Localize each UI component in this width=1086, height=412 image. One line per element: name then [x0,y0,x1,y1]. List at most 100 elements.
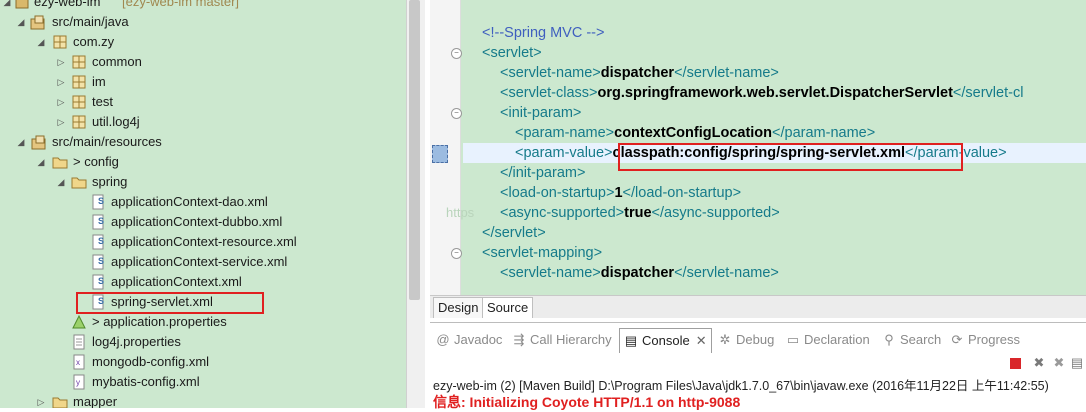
collapse-arrow-icon[interactable]: ◢ [16,136,26,148]
svg-text:S: S [98,216,104,226]
close-icon[interactable]: ✕ [696,333,707,348]
collapse-arrow-icon[interactable]: ◢ [2,0,12,8]
package-icon [71,114,87,130]
tree-item-file[interactable]: y mybatis-config.xml [0,372,406,392]
tree-item-label: src/main/resources [52,134,162,149]
tree-item-label: mongodb-config.xml [92,354,210,369]
tree-item-label: ezy-web-im [34,0,101,9]
clear-console-icon[interactable]: ▤ [1070,356,1084,370]
tree-item-label: applicationContext-dao.xml [111,194,268,209]
tab-debug[interactable]: ✲ Debug [718,330,775,350]
expand-arrow-icon[interactable]: ▷ [56,56,66,68]
xml-icon: x [71,354,87,370]
tree-item-file[interactable]: S applicationContext-resource.xml [0,232,406,252]
tab-design[interactable]: Design [433,297,484,318]
package-explorer: ◢ ezy-web-im [ezy-web-im master] ◢ src/m… [0,0,406,408]
fold-icon[interactable]: − [451,48,462,59]
collapse-arrow-icon[interactable]: ◢ [36,156,46,168]
tree-item-test[interactable]: ▷ test [0,92,406,112]
tab-source[interactable]: Source [482,297,534,318]
folder-icon [71,174,87,190]
expand-arrow-icon[interactable]: ▷ [56,116,66,128]
svg-text:S: S [98,276,104,286]
search-icon: ⚲ [884,332,894,347]
spring-xml-icon: S [90,214,106,230]
folder-icon [52,154,68,170]
code-line: <servlet-name>dispatcher</servlet-name> [500,65,779,81]
code-line: <async-supported>true</async-supported> [500,205,780,221]
git-decoration: [ezy-web-im master] [122,0,240,9]
tree-item-label: > application.properties [92,314,227,329]
code-line: <servlet> [482,45,542,61]
properties-icon [71,314,87,330]
tree-item-common[interactable]: ▷ common [0,52,406,72]
tree-item-label: util.log4j [92,114,140,129]
tree-item-label: applicationContext-dubbo.xml [111,214,283,229]
tree-item-label: com.zy [73,34,115,49]
code-line: <load-on-startup>1</load-on-startup> [500,185,742,201]
watermark-text: https [446,205,475,220]
tree-item-label: applicationContext.xml [111,274,242,289]
svg-text:x: x [76,358,80,367]
remove-all-icon[interactable]: ✖ [1052,356,1066,370]
tree-item-label: test [92,94,113,109]
tab-search[interactable]: ⚲ Search [882,330,941,350]
collapse-arrow-icon[interactable]: ◢ [16,16,26,28]
collapse-arrow-icon[interactable]: ◢ [36,36,46,48]
tree-item-label: spring [92,174,128,189]
tree-item-label: log4j.properties [92,334,181,349]
hierarchy-icon: ⇶ [513,332,525,347]
tree-item-file[interactable]: S applicationContext-dao.xml [0,192,406,212]
svg-text:S: S [98,256,104,266]
declaration-icon: ▭ [786,332,800,347]
tab-console[interactable]: ▤ Console ✕ [619,328,712,353]
svg-text:S: S [98,196,104,206]
tree-scrollbar-thumb[interactable] [409,0,420,300]
tree-item-label: applicationContext-service.xml [111,254,288,269]
at-icon: @ [436,332,450,347]
package-icon [71,74,87,90]
bug-icon: ✲ [719,332,731,347]
xml-icon: y [71,374,87,390]
fold-icon[interactable]: − [451,108,462,119]
package-icon [52,34,68,50]
tree-item-file[interactable]: > application.properties [0,312,406,332]
code-line: <servlet-name>dispatcher</servlet-name> [500,265,779,281]
collapse-arrow-icon[interactable]: ◢ [56,176,66,188]
tree-item-file[interactable]: S applicationContext-dubbo.xml [0,212,406,232]
package-icon [71,54,87,70]
tree-item-spring[interactable]: ◢ spring [0,172,406,192]
expand-arrow-icon[interactable]: ▷ [56,76,66,88]
tree-item-label: applicationContext-resource.xml [111,234,297,249]
source-folder-icon [31,134,47,150]
source-folder-icon [30,14,46,30]
tab-declaration[interactable]: ▭ Declaration [786,330,870,350]
code-line: </init-param> [500,165,586,181]
tree-item-file[interactable]: x mongodb-config.xml [0,352,406,372]
tree-item-util-log4j[interactable]: ▷ util.log4j [0,112,406,132]
tab-call-hierarchy[interactable]: ⇶ Call Hierarchy [512,330,612,350]
tree-item-im[interactable]: ▷ im [0,72,406,92]
expand-arrow-icon[interactable]: ▷ [36,396,46,408]
tree-item-file[interactable]: S applicationContext.xml [0,272,406,292]
tab-javadoc[interactable]: @ Javadoc [436,330,502,350]
tree-item-mapper[interactable]: ▷ mapper [0,392,406,408]
tree-item-src-main-java[interactable]: ◢ src/main/java [0,12,406,32]
svg-text:y: y [76,378,80,387]
code-line: <!--Spring MVC --> [482,25,605,41]
tree-item-file[interactable]: S applicationContext-service.xml [0,252,406,272]
tree-item-src-main-resources[interactable]: ◢ src/main/resources [0,132,406,152]
tree-item-label: > config [73,154,119,169]
tree-item-config[interactable]: ◢ > config [0,152,406,172]
spring-xml-icon: S [90,194,106,210]
svg-text:S: S [98,236,104,246]
expand-arrow-icon[interactable]: ▷ [56,96,66,108]
tree-item-file[interactable]: log4j.properties [0,332,406,352]
tree-item-project[interactable]: ◢ ezy-web-im [ezy-web-im master] [0,0,406,12]
tree-item-com-zy[interactable]: ◢ com.zy [0,32,406,52]
remove-launch-icon[interactable]: ✖ [1032,356,1046,370]
tab-progress[interactable]: ⟳ Progress [950,330,1020,350]
tree-item-label: mapper [73,394,118,408]
terminate-icon[interactable] [1010,358,1021,369]
fold-icon[interactable]: − [451,248,462,259]
